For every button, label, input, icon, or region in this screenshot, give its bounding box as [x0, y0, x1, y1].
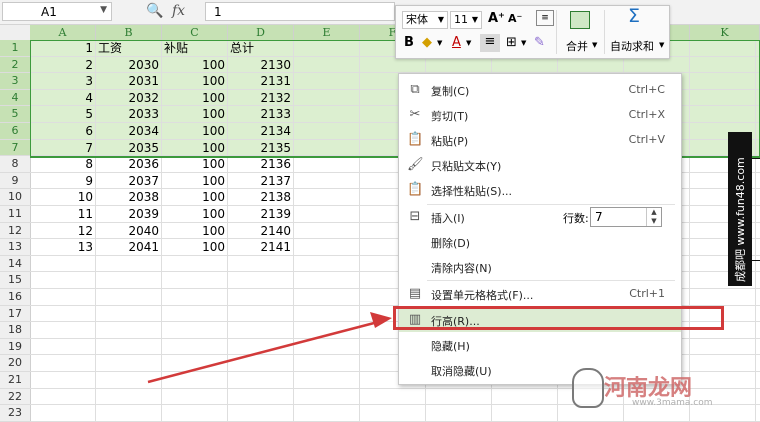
annotation-arrow-icon — [147, 312, 392, 384]
brand-url-watermark: www.3mama.com — [632, 398, 713, 408]
mascot-logo — [572, 368, 604, 408]
divider — [752, 260, 760, 261]
divider — [752, 158, 760, 159]
side-watermark: 成都吧 www.fun48.com — [728, 132, 760, 286]
side-watermark-text: 成都吧 www.fun48.com — [734, 157, 747, 282]
